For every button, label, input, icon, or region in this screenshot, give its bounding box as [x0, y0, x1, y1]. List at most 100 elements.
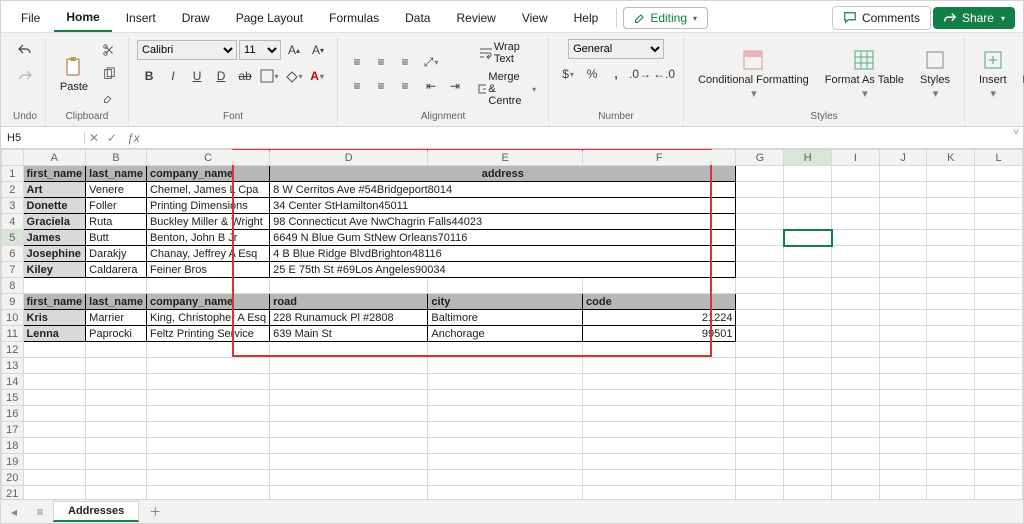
- tab-draw[interactable]: Draw: [170, 5, 222, 31]
- expand-formula-bar-button[interactable]: ˅: [1013, 127, 1019, 138]
- cell-H9[interactable]: [784, 294, 832, 310]
- cell-K3[interactable]: [927, 198, 975, 214]
- cell-A17[interactable]: [23, 422, 86, 438]
- cell-C9[interactable]: company_name: [146, 294, 269, 310]
- cell-K8[interactable]: [927, 278, 975, 294]
- row-header-8[interactable]: 8: [2, 278, 24, 294]
- cell-G11[interactable]: [736, 326, 784, 342]
- cell-L5[interactable]: [975, 230, 1023, 246]
- cell-I15[interactable]: [832, 390, 880, 406]
- cell-A21[interactable]: [23, 486, 86, 500]
- cell-F8[interactable]: [583, 278, 736, 294]
- align-right-button[interactable]: ≡: [394, 75, 416, 97]
- cell-B7[interactable]: Caldarera: [86, 262, 147, 278]
- cell-F12[interactable]: [583, 342, 736, 358]
- cell-D16[interactable]: [270, 406, 428, 422]
- cell-I21[interactable]: [832, 486, 880, 500]
- sheet-nav-prev[interactable]: ◂: [1, 505, 27, 519]
- cell-K4[interactable]: [927, 214, 975, 230]
- cell-A1[interactable]: first_name: [23, 166, 86, 182]
- cell-D20[interactable]: [270, 470, 428, 486]
- cell-K2[interactable]: [927, 182, 975, 198]
- cell-D10[interactable]: 228 Runamuck Pl #2808: [270, 310, 428, 326]
- double-underline-button[interactable]: D: [210, 65, 232, 87]
- cell-K11[interactable]: [927, 326, 975, 342]
- cell-D9[interactable]: road: [270, 294, 428, 310]
- cell-L16[interactable]: [975, 406, 1023, 422]
- cell-L19[interactable]: [975, 454, 1023, 470]
- tab-file[interactable]: File: [9, 5, 52, 31]
- cell-C8[interactable]: [146, 278, 269, 294]
- paste-button[interactable]: Paste: [54, 44, 94, 104]
- cell-E10[interactable]: Baltimore: [428, 310, 583, 326]
- formula-input[interactable]: [146, 132, 1023, 144]
- cell-C13[interactable]: [146, 358, 269, 374]
- col-header-H[interactable]: H: [784, 150, 832, 166]
- cell-J8[interactable]: [879, 278, 927, 294]
- cell-G1[interactable]: [736, 166, 784, 182]
- cell-F9[interactable]: code: [583, 294, 736, 310]
- cell-D15[interactable]: [270, 390, 428, 406]
- align-bottom-button[interactable]: ≡: [394, 51, 416, 73]
- cell-C11[interactable]: Feltz Printing Service: [146, 326, 269, 342]
- font-family-select[interactable]: Calibri: [137, 40, 237, 60]
- cell-A10[interactable]: Kris: [23, 310, 86, 326]
- cell-G3[interactable]: [736, 198, 784, 214]
- cell-I2[interactable]: [832, 182, 880, 198]
- cell-K15[interactable]: [927, 390, 975, 406]
- cell-K20[interactable]: [927, 470, 975, 486]
- cancel-edit-button[interactable]: ✕: [85, 131, 103, 145]
- tab-page-layout[interactable]: Page Layout: [224, 5, 315, 31]
- cell-D5[interactable]: 6649 N Blue Gum StNew Orleans70116: [270, 230, 736, 246]
- row-header-12[interactable]: 12: [2, 342, 24, 358]
- cell-B6[interactable]: Darakjy: [86, 246, 147, 262]
- cell-H18[interactable]: [784, 438, 832, 454]
- cell-H11[interactable]: [784, 326, 832, 342]
- cell-A8[interactable]: [23, 278, 86, 294]
- redo-button[interactable]: [14, 65, 36, 87]
- format-painter-button[interactable]: [98, 87, 120, 109]
- copy-button[interactable]: [98, 63, 120, 85]
- row-header-11[interactable]: 11: [2, 326, 24, 342]
- cell-I20[interactable]: [832, 470, 880, 486]
- cell-E20[interactable]: [428, 470, 583, 486]
- cut-button[interactable]: [98, 39, 120, 61]
- cell-D1[interactable]: address: [270, 166, 736, 182]
- cell-A13[interactable]: [23, 358, 86, 374]
- cell-A20[interactable]: [23, 470, 86, 486]
- cell-J16[interactable]: [879, 406, 927, 422]
- cell-H10[interactable]: [784, 310, 832, 326]
- cell-L6[interactable]: [975, 246, 1023, 262]
- cell-I19[interactable]: [832, 454, 880, 470]
- cell-L3[interactable]: [975, 198, 1023, 214]
- cell-D13[interactable]: [270, 358, 428, 374]
- indent-inc-button[interactable]: ⇥: [444, 75, 466, 97]
- cell-L15[interactable]: [975, 390, 1023, 406]
- cell-F20[interactable]: [583, 470, 736, 486]
- cell-L17[interactable]: [975, 422, 1023, 438]
- align-center-button[interactable]: ≡: [370, 75, 392, 97]
- cell-C18[interactable]: [146, 438, 269, 454]
- cell-D11[interactable]: 639 Main St: [270, 326, 428, 342]
- cell-L20[interactable]: [975, 470, 1023, 486]
- cell-G20[interactable]: [736, 470, 784, 486]
- cell-C12[interactable]: [146, 342, 269, 358]
- cell-L14[interactable]: [975, 374, 1023, 390]
- comma-button[interactable]: ,: [605, 63, 627, 85]
- underline-button[interactable]: U: [186, 65, 208, 87]
- cell-A12[interactable]: [23, 342, 86, 358]
- col-header-I[interactable]: I: [832, 150, 880, 166]
- row-header-18[interactable]: 18: [2, 438, 24, 454]
- cell-I9[interactable]: [832, 294, 880, 310]
- cell-A7[interactable]: Kiley: [23, 262, 86, 278]
- col-header-F[interactable]: F: [583, 150, 736, 166]
- cell-L10[interactable]: [975, 310, 1023, 326]
- cell-I13[interactable]: [832, 358, 880, 374]
- cell-E16[interactable]: [428, 406, 583, 422]
- name-box[interactable]: H5: [1, 132, 85, 144]
- cell-K6[interactable]: [927, 246, 975, 262]
- cell-I18[interactable]: [832, 438, 880, 454]
- orient-button[interactable]: ⤢▾: [420, 51, 442, 73]
- cell-I3[interactable]: [832, 198, 880, 214]
- cell-L2[interactable]: [975, 182, 1023, 198]
